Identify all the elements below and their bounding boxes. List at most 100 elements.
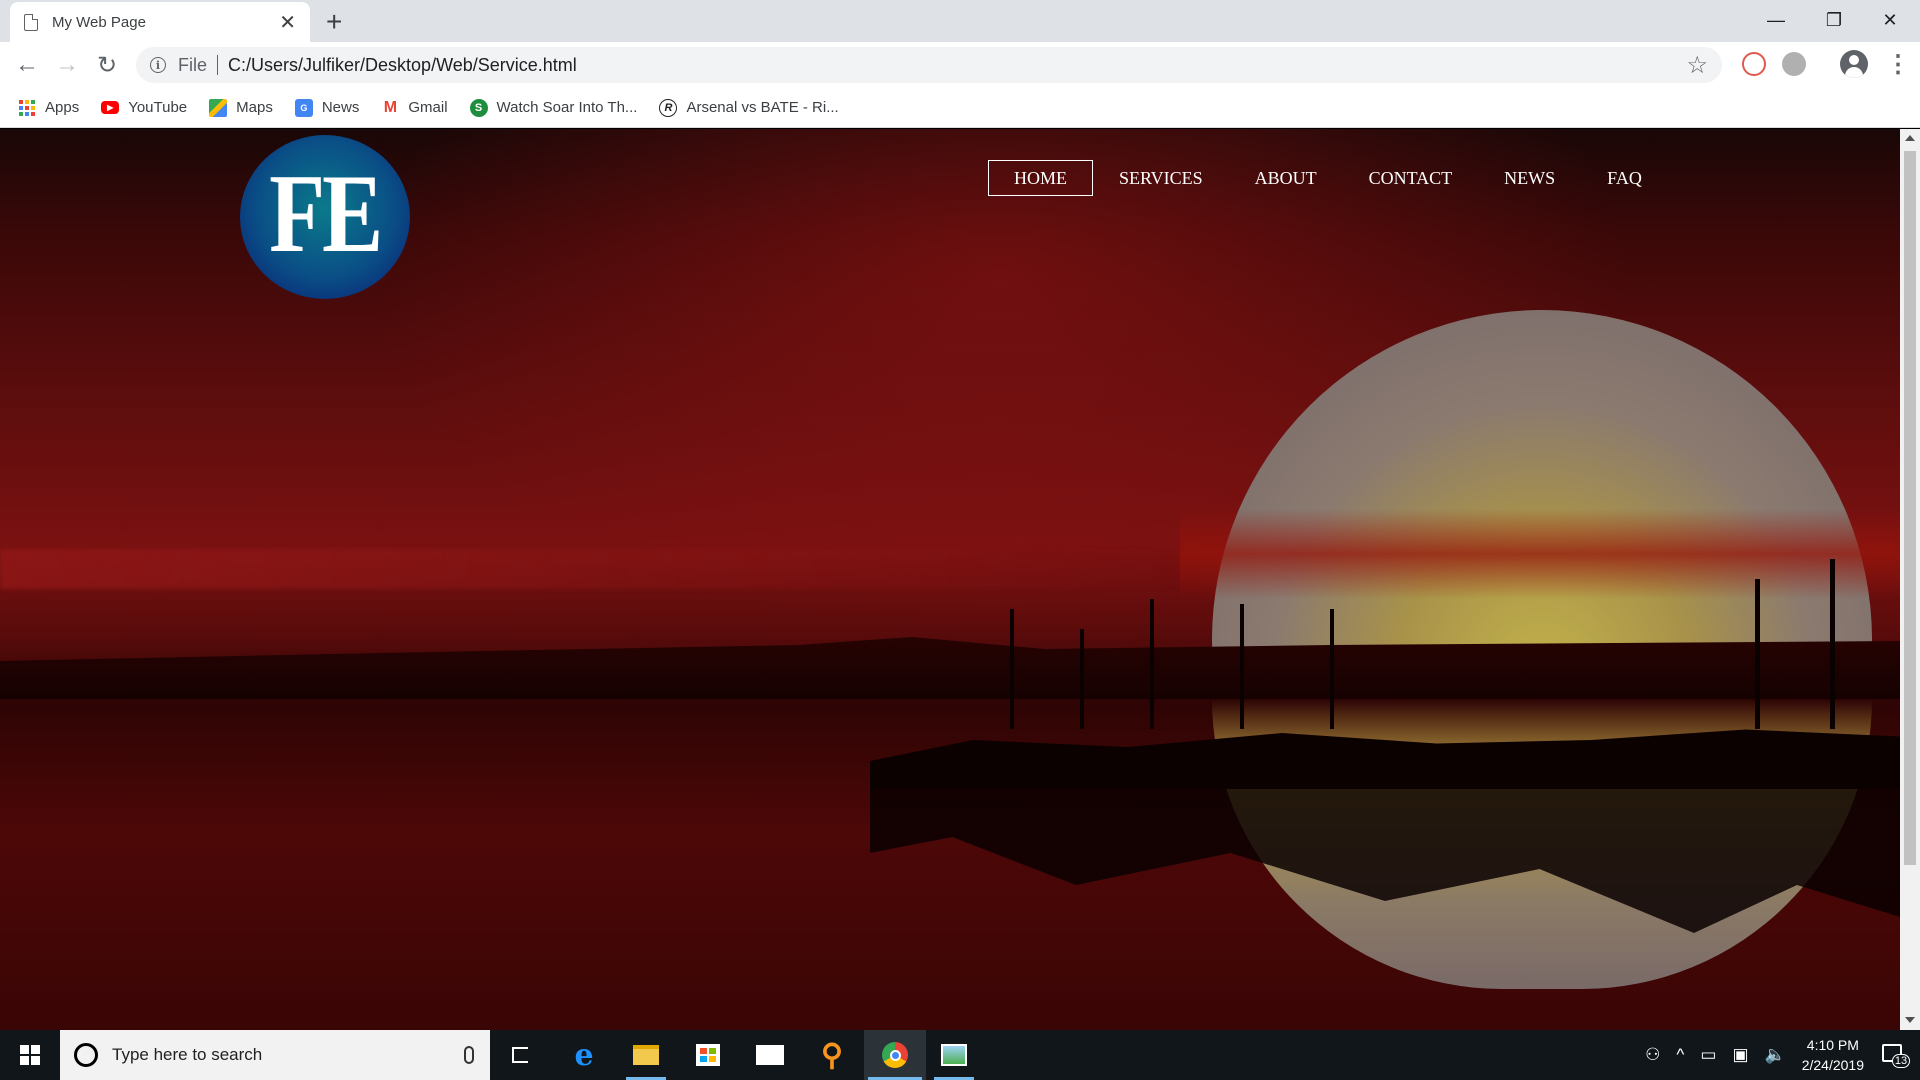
bookmark-label: Apps (45, 99, 80, 116)
bookmark-label: YouTube (128, 99, 188, 116)
url-scheme: File (178, 54, 208, 75)
minimize-icon[interactable]: — (1756, 4, 1796, 36)
scroll-up-icon[interactable] (1905, 135, 1915, 141)
task-view-icon[interactable] (496, 1030, 544, 1080)
clock[interactable]: 4:10 PM 2/24/2019 (1802, 1035, 1864, 1075)
reload-icon[interactable]: ↻ (92, 50, 122, 80)
bookmark-gmail[interactable]: M Gmail (381, 98, 448, 117)
r-logo-icon: R (659, 98, 678, 117)
restore-icon[interactable]: ❐ (1814, 4, 1854, 36)
windows-logo-icon (20, 1045, 40, 1065)
url-text[interactable]: C:/Users/Julfiker/Desktop/Web/Service.ht… (228, 55, 577, 76)
store-icon[interactable] (684, 1030, 732, 1080)
green-s-icon: S (469, 98, 488, 117)
microphone-icon[interactable] (464, 1046, 474, 1064)
store-glyph (696, 1044, 720, 1066)
battery-icon[interactable]: ▭ (1700, 1045, 1716, 1065)
bookmark-watch[interactable]: S Watch Soar Into Th... (469, 98, 638, 117)
extension-red-icon[interactable] (1742, 52, 1766, 76)
palm-tree (1010, 609, 1014, 729)
palm-tree (1080, 629, 1084, 729)
image-glyph (941, 1044, 967, 1066)
apps-grid-icon (18, 99, 36, 117)
chrome-icon[interactable] (864, 1030, 926, 1080)
search-app-icon[interactable]: ⚲ (808, 1030, 856, 1080)
taskbar-search[interactable]: Type here to search (60, 1030, 490, 1080)
notification-center-icon[interactable]: 13 (1878, 1042, 1910, 1068)
palm-tree (1150, 599, 1154, 729)
back-icon[interactable]: ← (12, 50, 42, 80)
start-button[interactable] (0, 1030, 60, 1080)
close-tab-icon[interactable]: ✕ (279, 10, 296, 35)
address-bar[interactable]: i File C:/Users/Julfiker/Desktop/Web/Ser… (136, 47, 1722, 83)
volume-icon[interactable]: 🔈 (1765, 1045, 1786, 1065)
bookmark-maps[interactable]: Maps (209, 98, 273, 117)
people-icon[interactable]: ⚇ (1645, 1045, 1660, 1065)
mail-icon[interactable] (746, 1030, 794, 1080)
bookmark-youtube[interactable]: ▶ YouTube (101, 99, 187, 116)
bookmark-arsenal[interactable]: R Arsenal vs BATE - Ri... (659, 98, 839, 117)
menu-kebab-icon[interactable]: ⋮ (1886, 50, 1910, 79)
browser-tab[interactable]: My Web Page ✕ (10, 2, 310, 42)
site-logo[interactable]: FE (240, 135, 410, 299)
profile-icon[interactable] (1840, 50, 1868, 78)
cloud-streak (0, 549, 1200, 589)
maps-icon (209, 98, 228, 117)
scroll-down-icon[interactable] (1905, 1017, 1915, 1023)
bookmark-label: Maps (236, 99, 273, 116)
envelope-glyph (756, 1045, 784, 1065)
notification-badge: 13 (1892, 1054, 1910, 1068)
browser-toolbar: ← → ↻ i File C:/Users/Julfiker/Desktop/W… (0, 42, 1920, 88)
tab-title: My Web Page (52, 13, 146, 31)
folder-glyph (633, 1045, 659, 1065)
palm-tree (1755, 579, 1760, 729)
extension-gray-icon[interactable] (1782, 52, 1806, 76)
bookmark-label: Gmail (408, 99, 448, 116)
bookmark-news[interactable]: G News (294, 98, 360, 117)
gmail-icon: M (383, 98, 398, 116)
main-nav: HOME SERVICES ABOUT CONTACT NEWS FAQ (988, 160, 1668, 196)
page-icon (24, 13, 38, 31)
info-icon[interactable]: i (150, 57, 166, 73)
nav-news[interactable]: NEWS (1478, 160, 1581, 196)
clock-date: 2/24/2019 (1801, 1057, 1864, 1073)
chrome-glyph (882, 1042, 908, 1068)
bookmark-apps[interactable]: Apps (18, 99, 79, 117)
bookmark-label: Arsenal vs BATE - Ri... (686, 99, 839, 116)
bookmark-label: Watch Soar Into Th... (496, 99, 638, 116)
close-window-icon[interactable]: ✕ (1870, 4, 1910, 36)
new-tab-icon[interactable]: + (326, 6, 342, 38)
scroll-thumb[interactable] (1904, 151, 1916, 865)
file-explorer-icon[interactable] (622, 1030, 670, 1080)
network-icon[interactable]: ▣ (1732, 1045, 1748, 1065)
url-separator (217, 55, 219, 75)
edge-icon[interactable]: e (560, 1030, 608, 1080)
nav-contact[interactable]: CONTACT (1343, 160, 1479, 196)
tab-strip: My Web Page ✕ + — ❐ ✕ (0, 0, 1920, 42)
news-icon: G (294, 98, 313, 117)
vertical-scrollbar[interactable] (1900, 129, 1920, 1030)
bookmark-label: News (321, 99, 360, 116)
cortana-icon (74, 1043, 98, 1067)
clock-time: 4:10 PM (1806, 1037, 1859, 1053)
chevron-up-icon[interactable]: ^ (1676, 1045, 1684, 1065)
nav-services[interactable]: SERVICES (1093, 160, 1229, 196)
palm-tree (1330, 609, 1334, 729)
palm-tree (1830, 559, 1835, 729)
nav-faq[interactable]: FAQ (1581, 160, 1668, 196)
system-tray: ⚇ ^ ▭ ▣ 🔈 4:10 PM 2/24/2019 13 (1637, 1030, 1920, 1080)
sun-cloud-band (1180, 509, 1900, 599)
image-viewer-icon[interactable] (930, 1030, 978, 1080)
forward-icon[interactable]: → (52, 50, 82, 80)
search-placeholder: Type here to search (112, 1045, 263, 1064)
logo-text: FE (269, 151, 384, 276)
bookmarks-bar: Apps ▶ YouTube Maps G News M Gmail S Wat… (0, 88, 1920, 128)
task-view-glyph (512, 1047, 528, 1063)
windows-taskbar: Type here to search e ⚲ ⚇ ^ ▭ ▣ 🔈 4:10 P… (0, 1030, 1920, 1080)
youtube-icon: ▶ (101, 101, 120, 114)
webpage-hero: FE HOME SERVICES ABOUT CONTACT NEWS FAQ (0, 129, 1900, 1030)
nav-home[interactable]: HOME (988, 160, 1093, 196)
bookmark-star-icon[interactable]: ☆ (1686, 51, 1708, 80)
palm-tree (1240, 604, 1244, 729)
nav-about[interactable]: ABOUT (1229, 160, 1343, 196)
